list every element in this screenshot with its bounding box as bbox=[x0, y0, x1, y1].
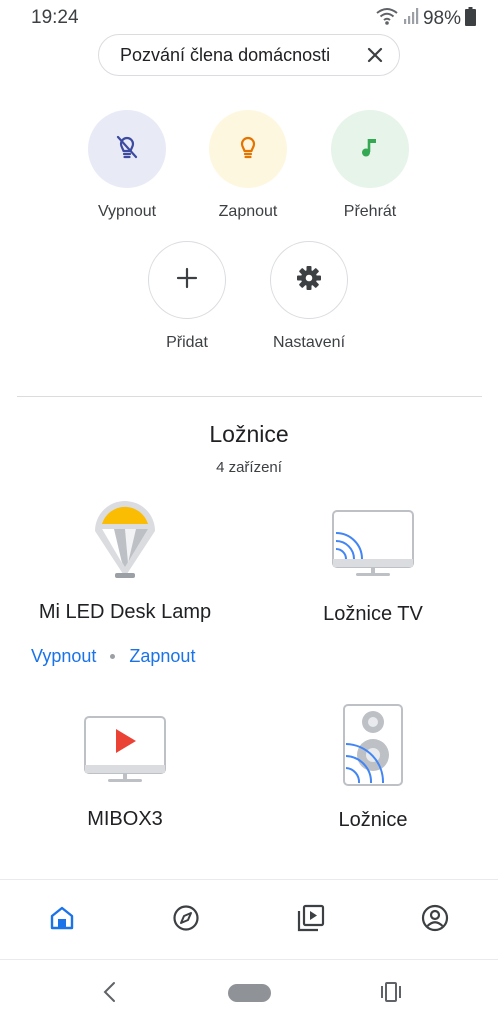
nav-media[interactable] bbox=[295, 904, 327, 936]
tv-play-icon bbox=[84, 715, 166, 788]
action-settings[interactable]: Nastavení bbox=[249, 241, 369, 352]
action-circle[interactable] bbox=[270, 241, 348, 319]
nav-home[interactable] bbox=[46, 904, 78, 936]
action-play[interactable]: Přehrát bbox=[310, 110, 430, 221]
compass-icon bbox=[172, 904, 200, 937]
gear-icon bbox=[295, 264, 323, 297]
device-name: Ložnice TV bbox=[323, 603, 423, 625]
back-icon[interactable] bbox=[101, 980, 119, 1009]
music-note-icon bbox=[355, 132, 385, 167]
light-off-icon bbox=[112, 132, 142, 167]
home-icon bbox=[48, 904, 76, 937]
device-tile-bedroom-tv[interactable]: Ložnice TV bbox=[258, 509, 488, 626]
lamp-quick-actions: Vypnout Zapnout bbox=[31, 646, 195, 667]
system-nav-bar bbox=[0, 959, 498, 1024]
action-turn-on[interactable]: Zapnout bbox=[188, 110, 308, 221]
action-circle[interactable] bbox=[148, 241, 226, 319]
battery-percent: 98% bbox=[422, 7, 461, 29]
lamp-icon bbox=[92, 497, 158, 588]
room-device-count: 4 zařízení bbox=[216, 459, 282, 476]
action-label: Nastavení bbox=[272, 334, 346, 351]
invite-chip-label: Pozvání člena domácnosti bbox=[120, 44, 331, 65]
media-icon bbox=[296, 903, 326, 938]
status-time: 19:24 bbox=[31, 7, 79, 28]
invite-member-chip[interactable]: Pozvání člena domácnosti bbox=[98, 34, 400, 76]
room-title: Ložnice bbox=[209, 421, 289, 447]
action-circle[interactable] bbox=[209, 110, 287, 188]
home-pill-button[interactable] bbox=[228, 984, 271, 1002]
bottom-nav bbox=[0, 879, 498, 959]
status-bar: 19:24 98% bbox=[0, 0, 498, 34]
device-name: Ložnice bbox=[338, 809, 408, 831]
device-tile-bedroom-speaker[interactable]: Ložnice bbox=[258, 704, 488, 832]
wifi-icon bbox=[375, 6, 399, 31]
nav-account[interactable] bbox=[419, 904, 451, 936]
signal-icon bbox=[403, 7, 419, 30]
device-tile-mibox3[interactable]: MIBOX3 bbox=[10, 715, 240, 831]
action-label: Přehrát bbox=[343, 203, 397, 220]
device-name: MIBOX3 bbox=[87, 808, 163, 830]
battery-icon bbox=[465, 6, 476, 31]
status-icons: 98% bbox=[375, 6, 476, 31]
speaker-icon bbox=[343, 704, 403, 791]
nav-discover[interactable] bbox=[170, 904, 202, 936]
separator-dot bbox=[110, 654, 116, 659]
device-name: Mi LED Desk Lamp bbox=[38, 601, 212, 623]
action-add[interactable]: Přidat bbox=[127, 241, 247, 352]
action-label: Vypnout bbox=[97, 203, 157, 220]
cast-tv-icon bbox=[332, 509, 414, 582]
lamp-off-link[interactable]: Vypnout bbox=[31, 646, 96, 667]
action-circle[interactable] bbox=[331, 110, 409, 188]
lamp-on-link[interactable]: Zapnout bbox=[129, 646, 195, 667]
device-tile-lamp[interactable]: Mi LED Desk Lamp bbox=[10, 497, 240, 624]
lightbulb-icon bbox=[233, 132, 263, 167]
action-label: Zapnout bbox=[218, 203, 278, 220]
action-turn-off[interactable]: Vypnout bbox=[67, 110, 187, 221]
close-icon[interactable] bbox=[365, 45, 385, 65]
plus-icon bbox=[175, 266, 199, 295]
action-label: Přidat bbox=[166, 334, 208, 351]
account-icon bbox=[421, 904, 449, 937]
recent-apps-icon[interactable] bbox=[380, 980, 402, 1009]
section-divider bbox=[17, 396, 482, 397]
action-circle[interactable] bbox=[88, 110, 166, 188]
